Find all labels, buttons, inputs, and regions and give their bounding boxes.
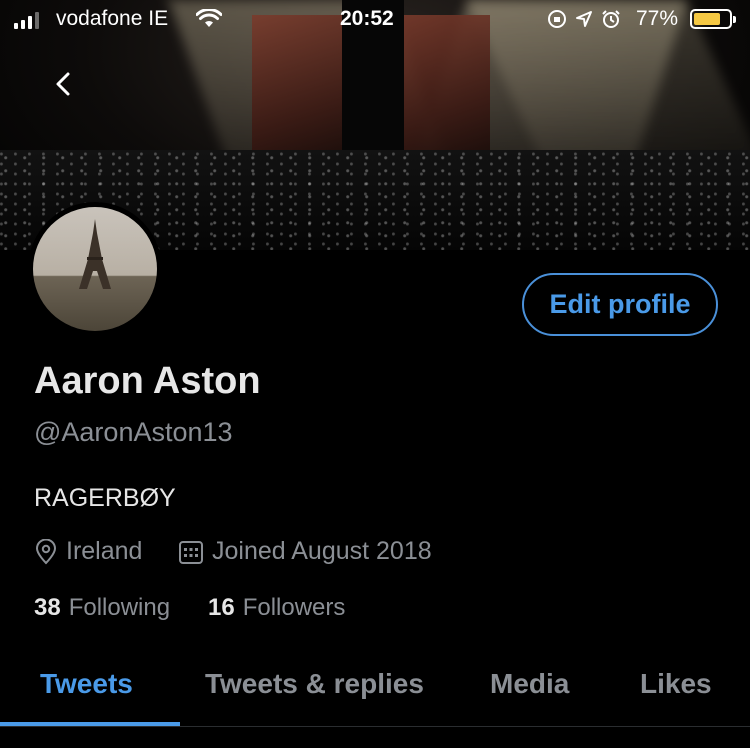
- eiffel-tower-graphic: [79, 219, 111, 289]
- location-arrow-icon: [576, 11, 592, 27]
- carrier-name: vodafone IE: [56, 7, 169, 30]
- followers-link[interactable]: 16 Followers: [208, 594, 345, 622]
- clock: 20:52: [340, 7, 394, 30]
- wifi-icon: [195, 8, 223, 35]
- edit-profile-button[interactable]: Edit profile: [522, 273, 718, 336]
- followers-count: 16: [208, 594, 235, 621]
- profile-bio: RAGERBØY: [34, 484, 176, 512]
- followers-label: Followers: [242, 594, 346, 621]
- tab-likes[interactable]: Likes: [640, 668, 712, 700]
- battery-icon: [690, 9, 736, 29]
- location-pin-icon: [35, 538, 57, 564]
- back-button[interactable]: [38, 58, 90, 110]
- following-link[interactable]: 38 Following: [34, 594, 170, 622]
- rotation-lock-icon: [548, 10, 566, 28]
- tab-divider: [0, 726, 750, 727]
- tab-tweets[interactable]: Tweets: [40, 668, 133, 700]
- display-name: Aaron Aston: [34, 360, 261, 402]
- cellular-signal-icon: [14, 11, 39, 29]
- battery-percentage: 77%: [636, 7, 679, 30]
- profile-location: Ireland: [34, 537, 142, 566]
- profile-join-date: Joined August 2018: [178, 537, 432, 566]
- tab-media[interactable]: Media: [490, 668, 569, 700]
- location-text: Ireland: [66, 537, 143, 565]
- calendar-icon: [179, 540, 203, 564]
- following-count: 38: [34, 594, 61, 621]
- joined-text: Joined August 2018: [212, 537, 432, 565]
- status-bar: vodafone IE 20:52 77%: [0, 0, 750, 40]
- avatar-image: [33, 207, 157, 331]
- username-handle: @AaronAston13: [34, 417, 233, 447]
- tab-tweets-replies[interactable]: Tweets & replies: [205, 668, 424, 700]
- profile-avatar[interactable]: [28, 202, 162, 336]
- following-label: Following: [68, 594, 171, 621]
- status-icons: [547, 9, 621, 29]
- chevron-left-icon: [56, 72, 70, 96]
- alarm-icon: [602, 10, 620, 28]
